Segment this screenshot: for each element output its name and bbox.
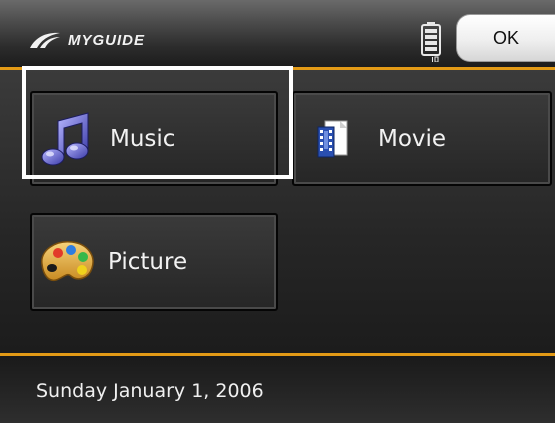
status-bar: Sunday January 1, 2006 — [0, 356, 555, 423]
music-button[interactable]: Music — [30, 91, 278, 186]
brand-logo: MYGUIDE — [28, 28, 145, 52]
movie-label: Movie — [378, 125, 447, 152]
movie-button[interactable]: Movie — [292, 91, 552, 186]
date-text: Sunday January 1, 2006 — [36, 380, 264, 402]
music-label: Music — [110, 125, 176, 152]
ok-button[interactable]: OK — [456, 14, 555, 62]
picture-label: Picture — [108, 249, 188, 275]
app-screen: MYGUIDE OK Music Movie Picture Sunday Ja… — [0, 0, 555, 423]
brand-swoosh-icon — [30, 32, 60, 48]
battery-icon — [421, 22, 441, 62]
paint-palette-icon — [38, 238, 96, 286]
music-note-icon — [40, 111, 94, 167]
film-document-icon — [316, 119, 350, 159]
brand-name: MYGUIDE — [68, 31, 146, 49]
picture-button[interactable]: Picture — [30, 213, 278, 311]
header-bar: MYGUIDE OK — [0, 0, 555, 67]
